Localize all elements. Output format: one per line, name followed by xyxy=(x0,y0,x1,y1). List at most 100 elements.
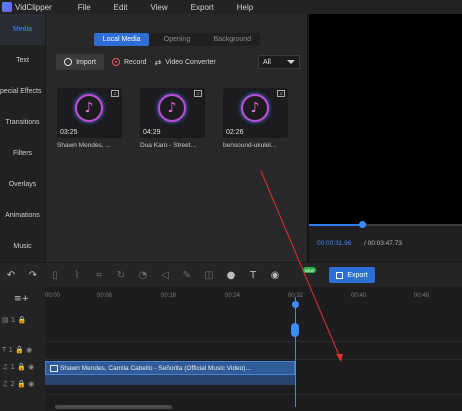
main-track-controls-icon[interactable]: ♫ 1 🔒 ◉ xyxy=(2,363,34,371)
media-thumbnail: ♪ ♫ 04:29 xyxy=(140,88,205,138)
sidebar-item-music[interactable]: Music xyxy=(0,231,45,262)
music-note-icon: ♪ xyxy=(158,94,186,122)
media-thumbnail: ♪ ♫ 03:25 xyxy=(57,88,122,138)
text-track-controls-icon[interactable]: T 1 🔒 ◉ xyxy=(2,346,32,354)
playhead-top-handle[interactable] xyxy=(292,301,299,308)
video-preview[interactable] xyxy=(309,14,462,224)
undo-icon[interactable]: ↶ xyxy=(0,270,22,281)
record-button[interactable]: Record xyxy=(112,58,147,66)
import-label: Import xyxy=(76,58,96,66)
media-name: bensound-ukulel... xyxy=(223,142,277,149)
media-toolbar: Import Record ⇄ Video Converter All xyxy=(56,54,300,70)
sidebar-item-filters[interactable]: Filters xyxy=(0,138,45,169)
video-converter-label: Video Converter xyxy=(165,58,216,66)
export-button[interactable]: Export xyxy=(329,267,375,283)
record-label: Record xyxy=(124,58,147,66)
tab-background[interactable]: Background xyxy=(205,33,260,46)
media-duration: 04:29 xyxy=(143,129,161,136)
split-icon[interactable]: ⌇ xyxy=(66,270,88,281)
video-track-1-controls-icon[interactable]: ▤ 1 🔒 xyxy=(2,316,26,324)
import-icon xyxy=(64,58,73,66)
audio-clip-icon xyxy=(50,364,58,372)
audio-clip-waveform xyxy=(45,375,295,385)
new-badge: NEW xyxy=(303,267,316,273)
delete-icon[interactable]: ▯ xyxy=(44,270,66,281)
current-time: 00:00:31.96 xyxy=(317,240,352,247)
microphone-icon[interactable]: ● xyxy=(220,270,242,281)
timeline-horizontal-scrollbar[interactable] xyxy=(55,405,172,409)
menu-export[interactable]: Export xyxy=(191,3,214,12)
text-track-row[interactable] xyxy=(45,342,462,360)
preview-progress-track[interactable] xyxy=(309,221,462,228)
app-logo-icon xyxy=(2,2,12,12)
export-label: Export xyxy=(347,271,368,279)
redo-icon[interactable]: ↷ xyxy=(22,270,44,281)
media-type-badge-icon: ♫ xyxy=(194,90,202,97)
audio-track-controls-icon[interactable]: ♫ 2 🔒 ◉ xyxy=(2,380,34,388)
playhead-handle[interactable] xyxy=(291,323,299,337)
record-icon xyxy=(112,58,120,66)
media-filter-select[interactable]: All xyxy=(258,55,300,69)
menu-help[interactable]: Help xyxy=(237,3,253,12)
music-note-icon: ♪ xyxy=(75,94,103,122)
media-duration: 02:26 xyxy=(226,129,244,136)
sidebar-item-special-effects[interactable]: pecial Effects xyxy=(0,76,45,107)
media-name: Dua Karo - Street... xyxy=(140,142,196,149)
tab-opening[interactable]: Opening xyxy=(149,33,204,46)
menu-view[interactable]: View xyxy=(150,3,167,12)
playhead-line[interactable] xyxy=(295,297,296,407)
ruler-tick-label: 00:24 xyxy=(225,293,241,299)
speed-icon[interactable]: ◔ xyxy=(132,270,154,281)
rotate-icon[interactable]: ↻ xyxy=(110,270,132,281)
edit-icon[interactable]: ✎ xyxy=(176,270,198,281)
media-type-badge-icon: ♫ xyxy=(277,90,285,97)
media-source-tabs: Local Media Opening Background xyxy=(94,33,260,46)
sidebar-item-animations[interactable]: Animations xyxy=(0,200,45,231)
media-panel: Local Media Opening Background Import Re… xyxy=(46,14,308,262)
sidebar-item-media[interactable]: Media xyxy=(0,14,45,45)
media-duration: 03:25 xyxy=(60,129,78,136)
media-item[interactable]: ♪ ♫ 02:26 bensound-ukulel... xyxy=(223,88,288,149)
menu-edit[interactable]: Edit xyxy=(114,3,128,12)
timeline-toolbar: ↶ ↷ ▯ ⌇ ⌗ ↻ ◔ ◁ ✎ ◫ ● T ◉ NEW Export xyxy=(0,263,462,287)
media-filter-value: All xyxy=(263,58,271,66)
video-track-row[interactable] xyxy=(45,312,462,342)
add-track-icon[interactable]: ≡+ xyxy=(14,294,29,304)
media-thumbnail: ♪ ♫ 02:26 xyxy=(223,88,288,138)
audio-clip[interactable]: Shawn Mendes, Camila Cabello - Señorita … xyxy=(45,361,295,375)
video-converter-button[interactable]: ⇄ Video Converter xyxy=(155,58,216,67)
ruler-tick-label: 00:00 xyxy=(45,293,61,299)
preview-progress-handle[interactable] xyxy=(359,221,367,228)
convert-icon: ⇄ xyxy=(154,57,162,67)
sidebar-item-transitions[interactable]: Transitions xyxy=(0,107,45,138)
chevron-down-icon xyxy=(287,60,295,64)
preview-progress-fill xyxy=(309,224,363,226)
sidebar-item-overlays[interactable]: Overlays xyxy=(0,169,45,200)
freeze-icon[interactable]: ◫ xyxy=(198,270,220,281)
ruler-tick-label: 00:48 xyxy=(414,293,430,299)
camera-icon[interactable]: ◉ xyxy=(264,270,286,281)
timeline-ruler[interactable]: 00:00 00:08 00:16 00:24 00:32 00:40 00:4… xyxy=(45,293,462,303)
ruler-tick-label: 00:40 xyxy=(351,293,367,299)
preview-controls: 00:00:31.96 / 00:03:47.73 xyxy=(309,221,462,262)
music-note-icon: ♪ xyxy=(241,94,269,122)
sidebar-item-text[interactable]: Text xyxy=(0,45,45,76)
sidebar: Media Text pecial Effects Transitions Fi… xyxy=(0,14,45,262)
media-item[interactable]: ♪ ♫ 04:29 Dua Karo - Street... xyxy=(140,88,205,149)
volume-icon[interactable]: ◁ xyxy=(154,270,176,281)
menu-bar: VidClipper File Edit View Export Help xyxy=(0,0,462,14)
menu-file[interactable]: File xyxy=(78,3,91,12)
text-to-speech-icon[interactable]: T xyxy=(242,270,264,281)
crop-icon[interactable]: ⌗ xyxy=(88,270,110,281)
ruler-tick-label: 00:08 xyxy=(97,293,113,299)
tab-local-media[interactable]: Local Media xyxy=(94,33,150,46)
ruler-tick-label: 00:16 xyxy=(161,293,177,299)
import-button[interactable]: Import xyxy=(56,54,104,70)
media-name: Shawn Mendes, ... xyxy=(57,142,111,149)
total-time: / 00:03:47.73 xyxy=(364,240,402,247)
media-type-badge-icon: ♫ xyxy=(111,90,119,97)
media-item[interactable]: ♪ ♫ 03:25 Shawn Mendes, ... xyxy=(57,88,122,149)
media-grid: ♪ ♫ 03:25 Shawn Mendes, ... ♪ ♫ 04:29 Du… xyxy=(57,88,306,149)
clip-label: Shawn Mendes, Camila Cabello - Señorita … xyxy=(60,364,251,372)
app-name: VidClipper xyxy=(15,2,52,12)
